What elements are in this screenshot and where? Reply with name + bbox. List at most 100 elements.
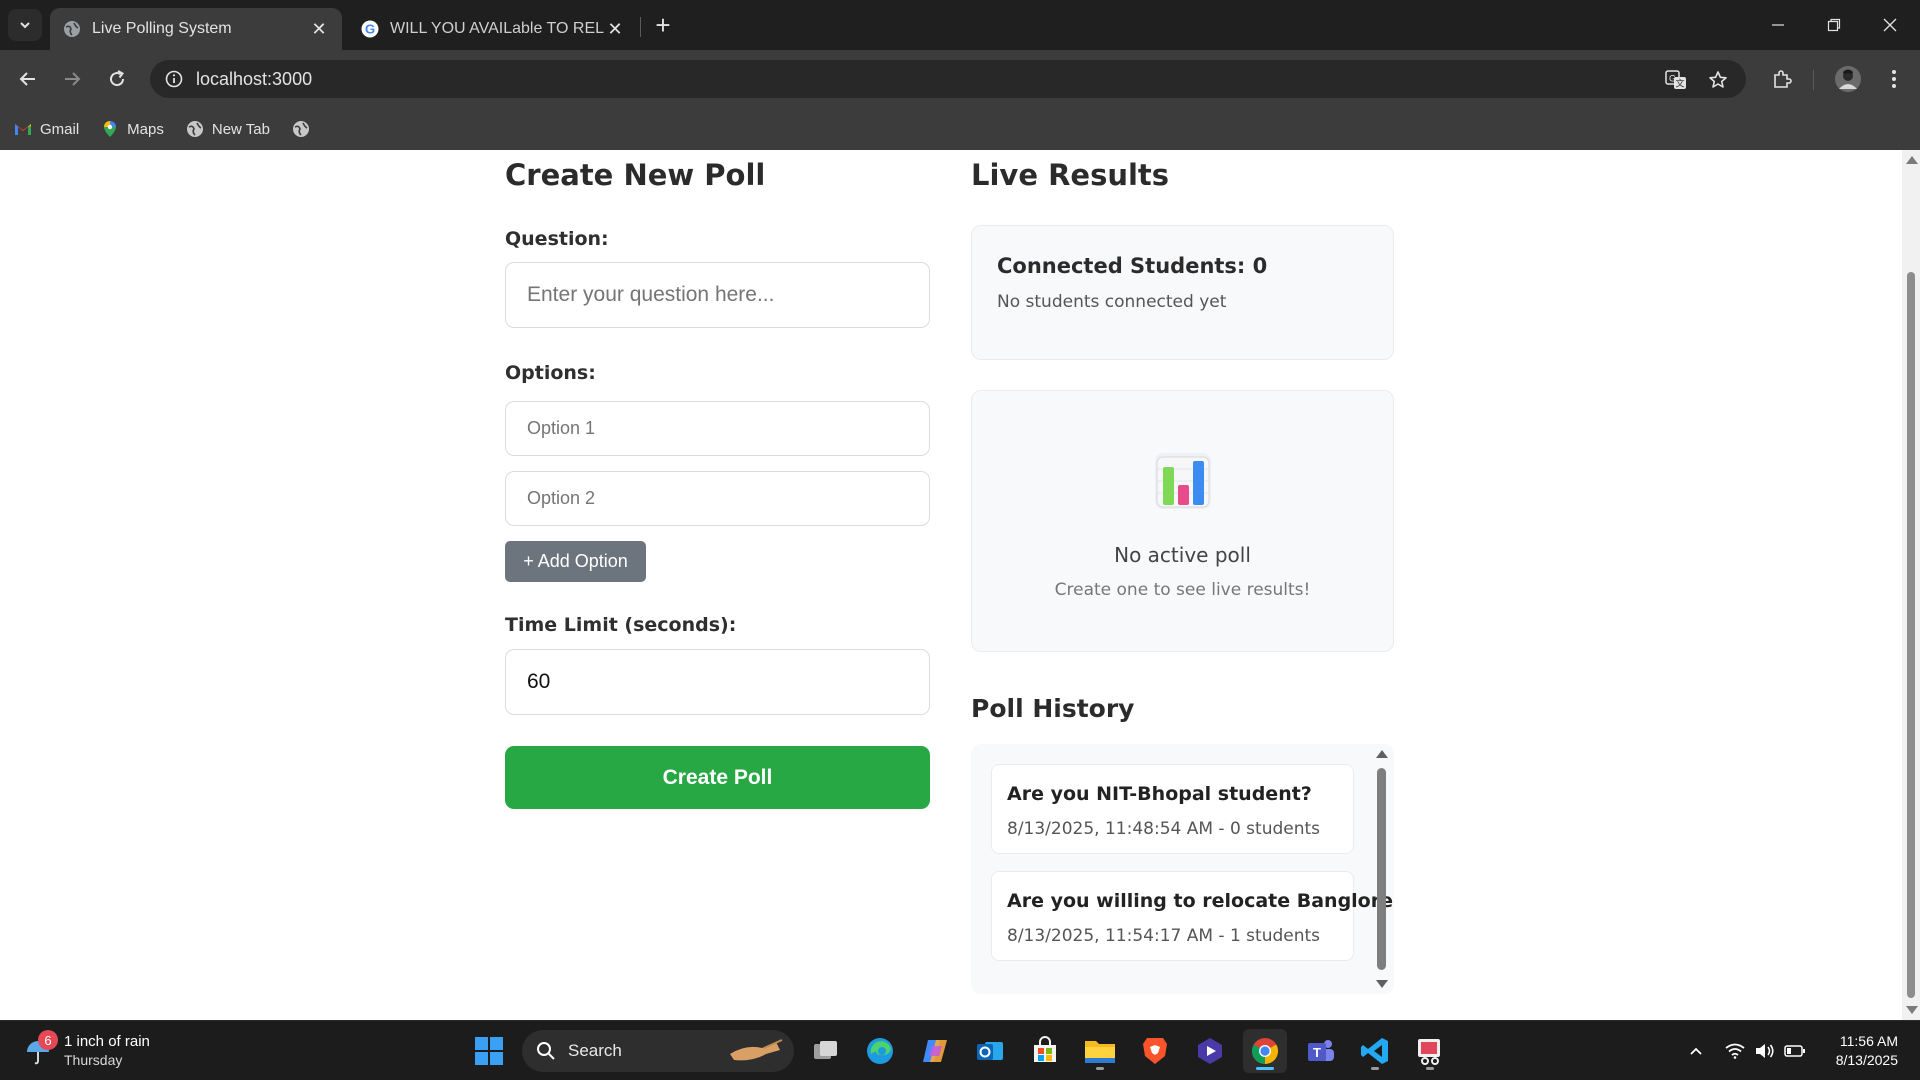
tab-relocate[interactable]: G WILL YOU AVAILable TO RELOC ✕ — [348, 8, 638, 50]
scroll-up-arrow-icon[interactable] — [1906, 156, 1918, 164]
bookmark-unnamed[interactable] — [292, 120, 318, 138]
option-placeholder: Option 2 — [527, 488, 596, 508]
battery-icon[interactable] — [1782, 1021, 1808, 1081]
option-1-input[interactable]: Option 1 — [505, 401, 930, 456]
history-scrollbar[interactable] — [1374, 748, 1388, 990]
tab-separator — [640, 17, 641, 37]
running-indicator — [1256, 1067, 1274, 1070]
windows-start-icon[interactable] — [467, 1029, 511, 1073]
option-2-input[interactable]: Option 2 — [505, 471, 930, 526]
brave-icon[interactable] — [1133, 1029, 1177, 1073]
option-placeholder: Option 1 — [527, 418, 596, 438]
restore-icon[interactable] — [1806, 0, 1862, 50]
create-poll-button[interactable]: Create Poll — [505, 746, 930, 809]
scroll-down-arrow-icon[interactable] — [1906, 1006, 1918, 1014]
volume-icon[interactable] — [1752, 1021, 1778, 1081]
windows-taskbar: 6 1 inch of rain Thursday Search T 11:56… — [0, 1020, 1920, 1080]
create-poll-heading: Create New Poll — [505, 158, 766, 192]
chevron-down-icon — [20, 22, 30, 29]
chrome-icon[interactable] — [1243, 1029, 1287, 1073]
no-active-poll-subtitle: Create one to see live results! — [1054, 580, 1311, 600]
time-limit-input[interactable]: 60 — [505, 649, 930, 715]
outlook-icon[interactable] — [968, 1029, 1012, 1073]
scroll-up-arrow-icon[interactable] — [1376, 750, 1388, 758]
question-input[interactable]: Enter your question here... — [505, 262, 930, 328]
file-explorer-icon[interactable] — [1078, 1029, 1122, 1073]
google-icon: G — [360, 19, 380, 39]
reload-icon[interactable] — [99, 61, 135, 97]
teams-icon[interactable]: T — [1298, 1029, 1342, 1073]
history-item[interactable]: Are you NIT-Bhopal student? 8/13/2025, 1… — [991, 764, 1354, 854]
weather-badge: 6 — [38, 1030, 58, 1050]
time-limit-label: Time Limit (seconds): — [505, 614, 737, 636]
bookmarks-bar: Gmail Maps New Tab — [0, 108, 1920, 150]
bar-chart-icon — [1153, 451, 1213, 511]
toolbar-divider — [1813, 70, 1814, 90]
tab-search-button[interactable] — [8, 9, 42, 41]
question-label: Question: — [505, 228, 609, 250]
running-indicator — [1426, 1067, 1434, 1070]
vscode-icon[interactable] — [1353, 1029, 1397, 1073]
translate-icon[interactable]: G文 — [1662, 66, 1690, 94]
clock-date: 8/13/2025 — [1835, 1052, 1898, 1068]
menu-kebab-icon[interactable] — [1876, 61, 1912, 97]
extensions-icon[interactable] — [1764, 61, 1800, 97]
show-hidden-icons-chevron-icon[interactable] — [1684, 1021, 1708, 1081]
bookmark-label: Gmail — [40, 120, 80, 138]
address-bar[interactable]: localhost:3000 G文 — [150, 60, 1746, 98]
bookmark-maps[interactable]: Maps — [101, 120, 164, 138]
history-question: Are you willing to relocate Banglore? — [1007, 890, 1394, 912]
minimize-icon[interactable] — [1750, 0, 1806, 50]
options-label: Options: — [505, 362, 596, 384]
clock-time: 11:56 AM — [1839, 1033, 1898, 1049]
globe-icon — [292, 120, 310, 138]
task-view-icon[interactable] — [804, 1029, 848, 1073]
wifi-icon[interactable] — [1722, 1021, 1748, 1081]
poll-history-list[interactable]: Are you NIT-Bhopal student? 8/13/2025, 1… — [971, 744, 1394, 994]
site-info-icon[interactable] — [154, 60, 194, 98]
weather-widget[interactable]: 6 1 inch of rain Thursday — [22, 1030, 182, 1072]
forward-icon[interactable] — [54, 61, 90, 97]
close-tab-icon[interactable]: ✕ — [308, 18, 330, 40]
scroll-thumb[interactable] — [1907, 272, 1915, 998]
taskbar-search[interactable]: Search — [522, 1030, 794, 1072]
live-results-heading: Live Results — [971, 158, 1170, 192]
search-icon — [537, 1042, 555, 1060]
time-limit-value: 60 — [527, 670, 551, 693]
history-question: Are you NIT-Bhopal student? — [1007, 783, 1312, 805]
close-tab-icon[interactable]: ✕ — [604, 18, 626, 40]
bookmark-star-icon[interactable] — [1704, 66, 1732, 94]
page-scrollbar[interactable] — [1902, 150, 1920, 1020]
new-tab-icon[interactable]: + — [648, 10, 678, 40]
question-placeholder: Enter your question here... — [527, 283, 775, 306]
search-label: Search — [568, 1041, 622, 1060]
svg-text:G: G — [365, 22, 375, 37]
connected-students-status: No students connected yet — [997, 292, 1227, 312]
copilot-icon[interactable] — [913, 1029, 957, 1073]
close-window-icon[interactable] — [1862, 0, 1918, 50]
bookmark-label: Maps — [127, 120, 164, 138]
profile-avatar[interactable] — [1830, 61, 1866, 97]
back-icon[interactable] — [10, 61, 46, 97]
history-meta: 8/13/2025, 11:48:54 AM - 0 students — [1007, 819, 1321, 839]
maps-icon — [101, 120, 119, 138]
page-viewport: Create New Poll Question: Enter your que… — [0, 150, 1920, 1020]
bookmark-label: New Tab — [211, 120, 270, 138]
scroll-down-arrow-icon[interactable] — [1376, 980, 1388, 988]
connected-students-title: Connected Students: 0 — [997, 254, 1268, 278]
system-clock[interactable]: 11:56 AM 8/13/2025 — [1836, 1032, 1898, 1070]
add-option-button[interactable]: + Add Option — [505, 541, 646, 582]
media-player-icon[interactable] — [1188, 1029, 1232, 1073]
bookmark-gmail[interactable]: Gmail — [14, 120, 79, 138]
snipping-tool-icon[interactable] — [1408, 1029, 1452, 1073]
history-item[interactable]: Are you willing to relocate Banglore? 8/… — [991, 871, 1394, 961]
no-active-poll-title: No active poll — [1114, 543, 1251, 567]
browser-toolbar: localhost:3000 G文 — [0, 50, 1920, 108]
globe-icon — [186, 120, 204, 138]
bookmark-new-tab[interactable]: New Tab — [186, 120, 270, 138]
weather-summary: 1 inch of rain — [64, 1033, 150, 1050]
scroll-thumb[interactable] — [1377, 768, 1386, 970]
microsoft-store-icon[interactable] — [1023, 1029, 1067, 1073]
edge-icon[interactable] — [858, 1029, 902, 1073]
tab-live-polling[interactable]: Live Polling System ✕ — [50, 8, 342, 50]
